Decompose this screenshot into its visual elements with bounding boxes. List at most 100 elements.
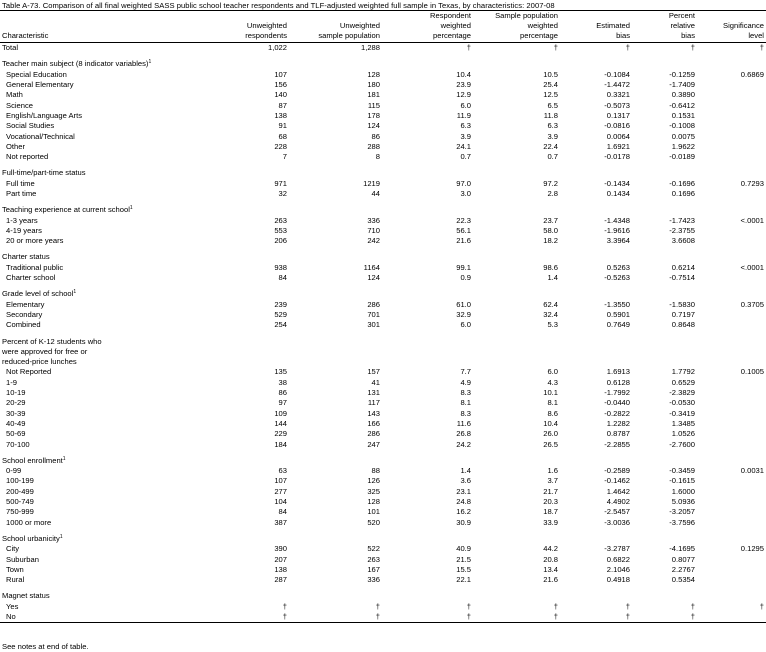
table-cell: 156 xyxy=(274,80,287,90)
row-label: 20-29 xyxy=(0,398,210,408)
table-cell: 15.5 xyxy=(456,564,471,574)
table-cell xyxy=(210,591,289,601)
table-cell: <.0001 xyxy=(740,215,764,225)
table-cell: 24.2 xyxy=(456,439,471,449)
table-header: Characteristic Unweighted respondents Un… xyxy=(0,10,766,43)
table-cell: † xyxy=(625,601,630,611)
table-cell: 8.3 xyxy=(460,388,471,398)
table-cell: 23.9 xyxy=(456,80,471,90)
table-row: Not reported 7 8 0.7 0.7 -0.0178 -0.0189 xyxy=(0,152,766,162)
table-cell: -1.7992 xyxy=(604,388,630,398)
table-cell xyxy=(697,289,766,299)
row-label: 20 or more years xyxy=(0,236,210,246)
table-cell: 287 xyxy=(274,575,287,585)
row-label: Suburban xyxy=(0,554,210,564)
table-cell: 7.7 xyxy=(460,367,471,377)
table-cell: 135 xyxy=(274,367,287,377)
row-label: Secondary xyxy=(0,310,210,320)
table-cell: † xyxy=(553,601,558,611)
table-cell: 242 xyxy=(367,236,380,246)
table-cell: 0.3705 xyxy=(740,299,764,309)
row-label: Teaching experience at current school1 xyxy=(0,205,210,215)
table-cell: -3.2787 xyxy=(604,544,630,554)
row-label: Charter status xyxy=(0,252,210,262)
table-cell xyxy=(632,59,697,69)
table-cell xyxy=(697,90,766,100)
row-label: were approved for free or xyxy=(0,347,210,357)
table-cell: 117 xyxy=(367,398,380,408)
table-cell: 6.5 xyxy=(547,100,558,110)
table-cell: -1.7409 xyxy=(669,80,695,90)
table-row: English/Language Arts 138 178 11.9 11.8 0.131… xyxy=(0,111,766,121)
col-label-line: percentage xyxy=(520,31,558,40)
row-label-text: 0-99 xyxy=(6,466,22,476)
table-cell: 8.6 xyxy=(547,408,558,418)
table-cell: 166 xyxy=(367,418,380,428)
row-label: School enrollment1 xyxy=(0,456,210,466)
table-cell: -2.3829 xyxy=(669,388,695,398)
row-label: Elementary xyxy=(0,300,210,310)
row-label-text: City xyxy=(6,544,20,554)
table-cell: 62.4 xyxy=(543,299,558,309)
table-cell: 10.5 xyxy=(543,69,558,79)
table-cell: 26.8 xyxy=(456,429,471,439)
table-cell xyxy=(697,111,766,121)
table-cell xyxy=(289,534,382,544)
table-cell xyxy=(560,591,632,601)
table-cell: <.0001 xyxy=(740,262,764,272)
table-cell xyxy=(560,205,632,215)
table-cell: 44 xyxy=(371,189,380,198)
table-row: General Elementary 156 180 23.9 25.4 -1.4472 -… xyxy=(0,80,766,90)
table-cell: 88 xyxy=(371,466,380,476)
table-cell: 91 xyxy=(278,121,287,131)
table-cell: 107 xyxy=(274,476,287,486)
table-cell: -0.1434 xyxy=(604,178,630,188)
table-cell: † xyxy=(759,43,764,53)
row-label: Other xyxy=(0,142,210,152)
table-cell: -0.3459 xyxy=(669,466,695,476)
table-cell xyxy=(697,142,766,152)
table-cell: † xyxy=(560,611,632,624)
table-cell: 3.3964 xyxy=(606,236,630,246)
row-label-text: School urbanicity xyxy=(2,533,60,543)
row-label: Teacher main subject (8 indicator variab… xyxy=(0,59,210,69)
table-cell: -0.1696 xyxy=(669,178,695,188)
table-cell: † xyxy=(625,43,630,53)
table-cell xyxy=(632,252,697,262)
table-cell xyxy=(697,575,766,585)
table-cell: 167 xyxy=(367,564,380,574)
table-cell: -2.5457 xyxy=(604,507,630,517)
table-cell xyxy=(210,336,289,346)
table-cell: 1.3485 xyxy=(671,418,695,428)
table-note: See notes at end of table. xyxy=(2,642,89,651)
table-cell: 3.9 xyxy=(547,131,558,141)
table-cell xyxy=(382,289,473,299)
table-cell: 1.6921 xyxy=(606,141,630,151)
col-label-line: Unweighted xyxy=(246,21,287,30)
table-cell: 41 xyxy=(371,377,380,387)
row-label: 70-100 xyxy=(0,439,210,449)
table-cell: 239 xyxy=(274,299,287,309)
table-row: 750-999 84 101 16.2 18.7 -2.5457 -3.2057 xyxy=(0,507,766,517)
table-row: 500-749 104 128 24.8 20.3 4.4902 5.0936 xyxy=(0,497,766,507)
row-label: Percent of K-12 students who xyxy=(0,336,210,346)
table-row: Elementary 239 286 61.0 62.4 -1.3550 -1.5830 0.… xyxy=(0,300,766,310)
col-label-line: Sample population xyxy=(495,11,558,20)
table-cell: 21.5 xyxy=(456,554,471,564)
table-cell xyxy=(697,131,766,141)
table-cell xyxy=(697,80,766,90)
group-header-row: Percent of K-12 students who xyxy=(0,336,766,346)
table-cell xyxy=(210,205,289,215)
table-cell: 128 xyxy=(367,69,380,79)
table-row: 4-19 years 553 710 56.1 58.0 -1.9616 -2.3755 xyxy=(0,226,766,236)
row-label: Not Reported xyxy=(0,367,210,377)
table-cell: 254 xyxy=(274,320,287,330)
table-cell: 143 xyxy=(367,408,380,418)
table-cell: -0.1259 xyxy=(669,69,695,79)
table-cell: 0.3321 xyxy=(606,90,630,100)
table-cell: † xyxy=(759,601,764,611)
table-body: Total 1,022 1,288 † † † † † Teacher main subject… xyxy=(0,43,766,624)
table-cell: 971 xyxy=(274,178,287,188)
table-cell: 0.0064 xyxy=(606,131,630,141)
table-cell: 0.7197 xyxy=(671,309,695,319)
